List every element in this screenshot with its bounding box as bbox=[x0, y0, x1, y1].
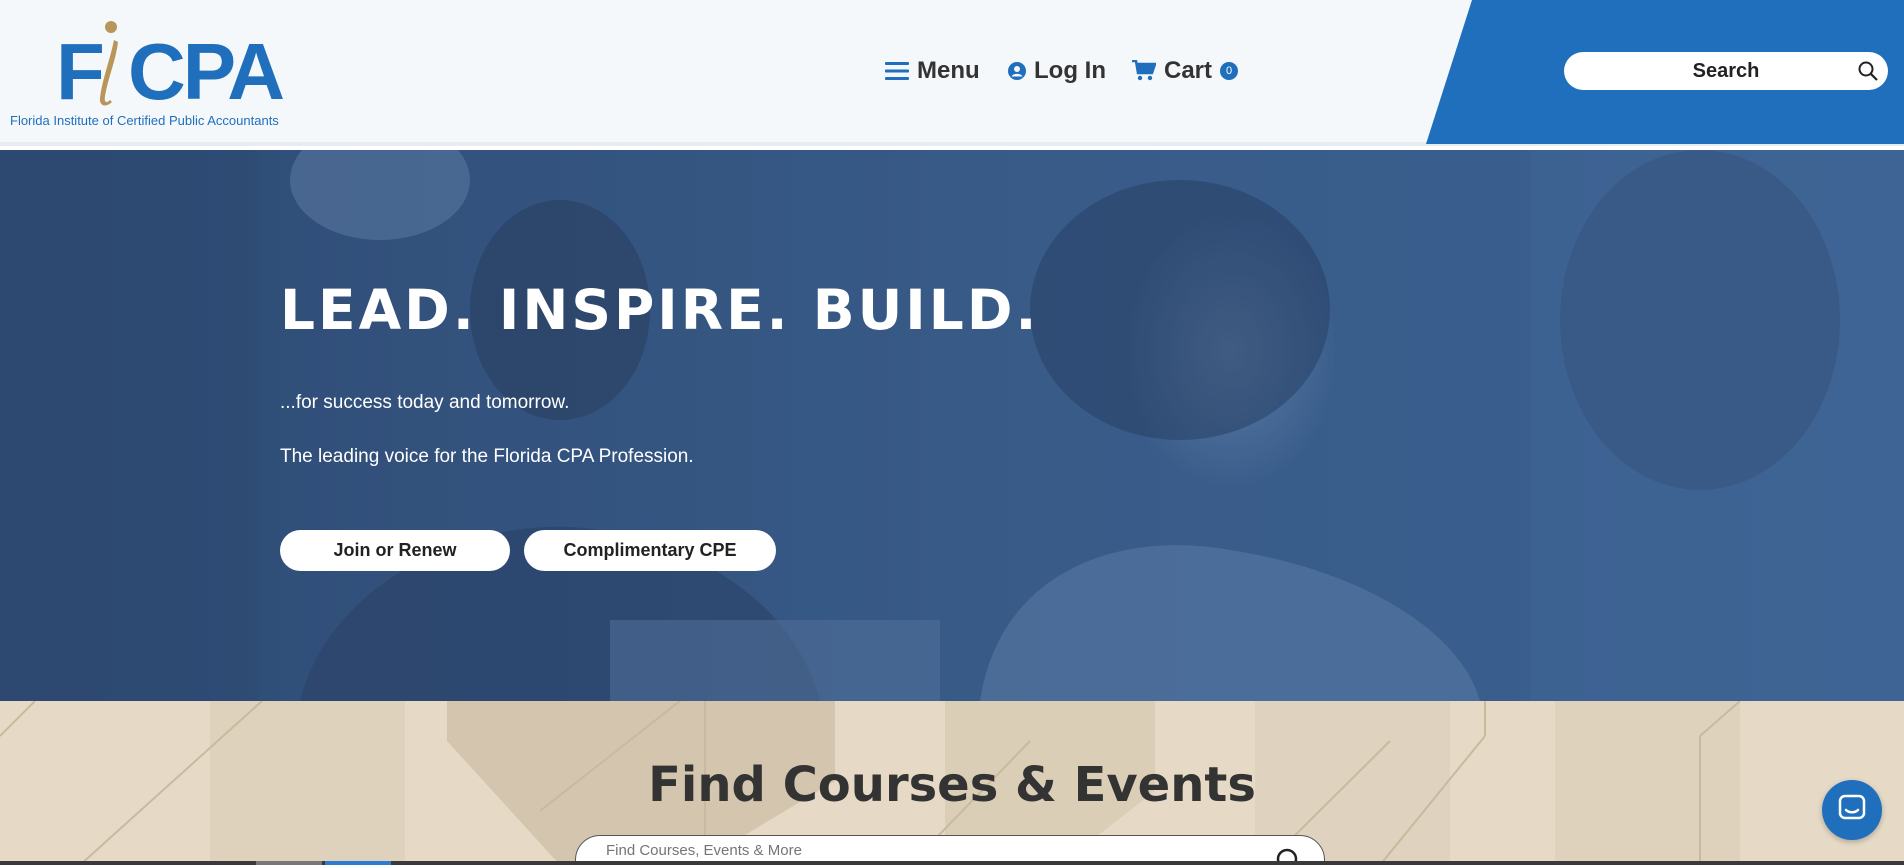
hero-subtitle: ...for success today and tomorrow. bbox=[280, 392, 570, 413]
chat-launcher-button[interactable] bbox=[1822, 780, 1882, 840]
cart-button[interactable]: Cart 0 bbox=[1132, 56, 1239, 86]
login-button[interactable]: Log In bbox=[1008, 56, 1106, 86]
site-header: F CPA Florida Institute of Certified Pub… bbox=[0, 0, 1904, 146]
search-label: Search bbox=[1692, 59, 1760, 82]
hamburger-icon bbox=[885, 61, 909, 81]
hero-tagline: The leading voice for the Florida CPA Pr… bbox=[280, 446, 694, 467]
logo-i-swoosh bbox=[99, 21, 118, 106]
courses-title: Find Courses & Events bbox=[648, 757, 1256, 813]
login-label: Log In bbox=[1034, 57, 1106, 84]
cart-label: Cart bbox=[1164, 57, 1213, 84]
chat-icon bbox=[1837, 793, 1867, 828]
taskbar-segment bbox=[256, 861, 322, 865]
course-search-input[interactable] bbox=[606, 841, 1206, 859]
logo-mark: F CPA bbox=[46, 12, 285, 112]
menu-label: Menu bbox=[917, 57, 980, 84]
shopping-cart-icon bbox=[1132, 60, 1156, 82]
cart-count-badge: 0 bbox=[1220, 62, 1239, 80]
ficpa-logo[interactable]: F CPA Florida Institute of Certified Pub… bbox=[10, 12, 285, 132]
user-circle-icon bbox=[1008, 62, 1026, 80]
menu-button[interactable]: Menu bbox=[885, 56, 980, 86]
find-courses-section: Find Courses & Events bbox=[0, 701, 1904, 865]
hero-background-photo bbox=[0, 150, 1904, 701]
hero-banner: LEAD. INSPIRE. BUILD. ...for success tod… bbox=[0, 150, 1904, 701]
bottom-taskbar bbox=[0, 861, 1904, 865]
join-or-renew-button[interactable]: Join or Renew bbox=[280, 530, 510, 571]
taskbar-segment-active bbox=[325, 861, 391, 865]
hero-title: LEAD. INSPIRE. BUILD. bbox=[280, 278, 1040, 342]
complimentary-cpe-button[interactable]: Complimentary CPE bbox=[524, 530, 776, 571]
search-icon bbox=[1858, 61, 1878, 86]
org-name: Florida Institute of Certified Public Ac… bbox=[10, 113, 279, 128]
site-search-button[interactable]: Search bbox=[1564, 52, 1888, 90]
